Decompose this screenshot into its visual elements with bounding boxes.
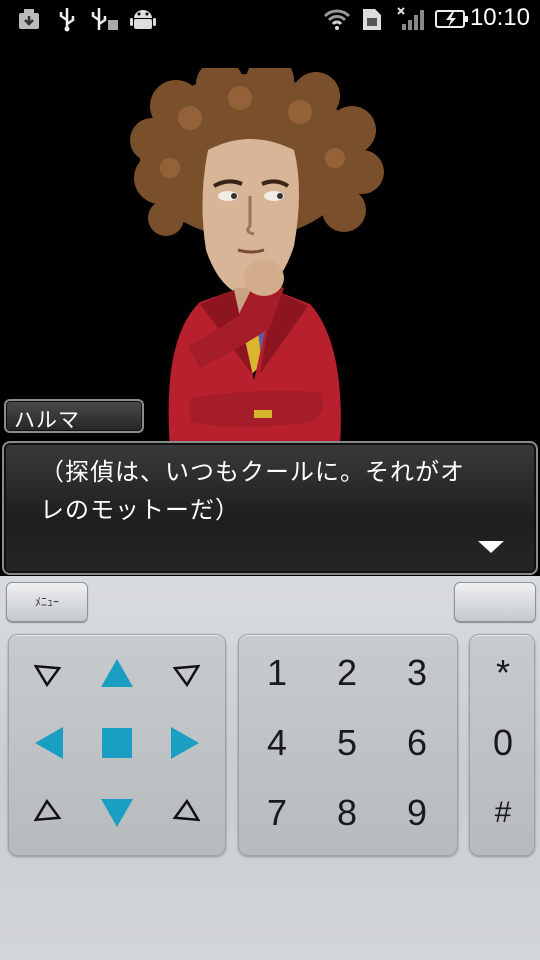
down-right-arrow-button[interactable] bbox=[155, 783, 215, 843]
usb-debug-icon bbox=[88, 6, 122, 32]
down-left-arrow-button[interactable] bbox=[19, 783, 79, 843]
down-arrow-button[interactable] bbox=[87, 783, 147, 843]
signal-icon bbox=[396, 6, 426, 32]
key-7[interactable]: 7 bbox=[247, 783, 307, 843]
direction-pad bbox=[8, 634, 226, 856]
up-right-arrow-icon bbox=[172, 664, 200, 688]
right-arrow-button[interactable] bbox=[155, 713, 215, 773]
number-pad: 1 2 3 4 5 6 7 8 9 bbox=[238, 634, 458, 856]
key-6[interactable]: 6 bbox=[387, 713, 447, 773]
menu-button[interactable]: ﾒﾆｭｰ bbox=[6, 582, 88, 622]
dialog-box[interactable]: （探偵は、いつもクールに。それがオ レのモットーだ） bbox=[2, 441, 538, 575]
usb-icon bbox=[54, 6, 80, 32]
dialog-line-1: （探偵は、いつもクールに。それがオ bbox=[40, 458, 465, 486]
key-5[interactable]: 5 bbox=[317, 713, 377, 773]
menu-button-label: ﾒﾆｭｰ bbox=[34, 595, 59, 609]
up-arrow-icon bbox=[101, 659, 133, 687]
speaker-name-box: ハルマ bbox=[4, 399, 144, 433]
up-left-arrow-icon bbox=[34, 664, 62, 688]
down-arrow-icon bbox=[101, 799, 133, 827]
key-star[interactable]: * bbox=[473, 643, 533, 703]
symbol-pad: * 0 # bbox=[469, 634, 535, 856]
dialog-line-2: レのモットーだ） bbox=[40, 496, 240, 524]
key-0[interactable]: 0 bbox=[473, 713, 533, 773]
clock: 10:10 bbox=[469, 4, 530, 31]
left-arrow-button[interactable] bbox=[19, 713, 79, 773]
up-arrow-button[interactable] bbox=[87, 643, 147, 703]
sim-icon bbox=[360, 6, 384, 32]
down-left-arrow-icon bbox=[34, 798, 62, 822]
download-icon bbox=[16, 6, 42, 32]
down-right-arrow-icon bbox=[172, 798, 200, 822]
game-scene[interactable]: ハルマ （探偵は、いつもクールに。それがオ レのモットーだ） bbox=[0, 38, 540, 576]
game-screen: { "status_bar": { "time": "10:10", "icon… bbox=[0, 0, 540, 960]
right-arrow-icon bbox=[171, 727, 199, 759]
dialog-text: （探偵は、いつもクールに。それがオ レのモットーだ） bbox=[40, 453, 520, 529]
square-icon bbox=[102, 728, 132, 758]
speaker-name: ハルマ bbox=[14, 408, 80, 432]
key-4[interactable]: 4 bbox=[247, 713, 307, 773]
key-1[interactable]: 1 bbox=[247, 643, 307, 703]
android-icon bbox=[128, 6, 158, 32]
advance-arrow-icon[interactable] bbox=[478, 541, 504, 553]
key-8[interactable]: 8 bbox=[317, 783, 377, 843]
center-select-button[interactable] bbox=[87, 713, 147, 773]
key-2[interactable]: 2 bbox=[317, 643, 377, 703]
soft-key-button[interactable] bbox=[454, 582, 536, 622]
character-portrait bbox=[130, 68, 384, 448]
up-right-arrow-button[interactable] bbox=[155, 643, 215, 703]
key-9[interactable]: 9 bbox=[387, 783, 447, 843]
key-3[interactable]: 3 bbox=[387, 643, 447, 703]
status-bar: 10:10 bbox=[0, 0, 540, 38]
wifi-icon bbox=[322, 6, 352, 32]
up-left-arrow-button[interactable] bbox=[19, 643, 79, 703]
key-hash[interactable]: # bbox=[473, 783, 533, 843]
left-arrow-icon bbox=[35, 727, 63, 759]
battery-charging-icon bbox=[434, 6, 470, 32]
control-panel: ﾒﾆｭｰ 1 2 3 4 5 6 7 8 9 * 0 # bbox=[0, 576, 540, 960]
